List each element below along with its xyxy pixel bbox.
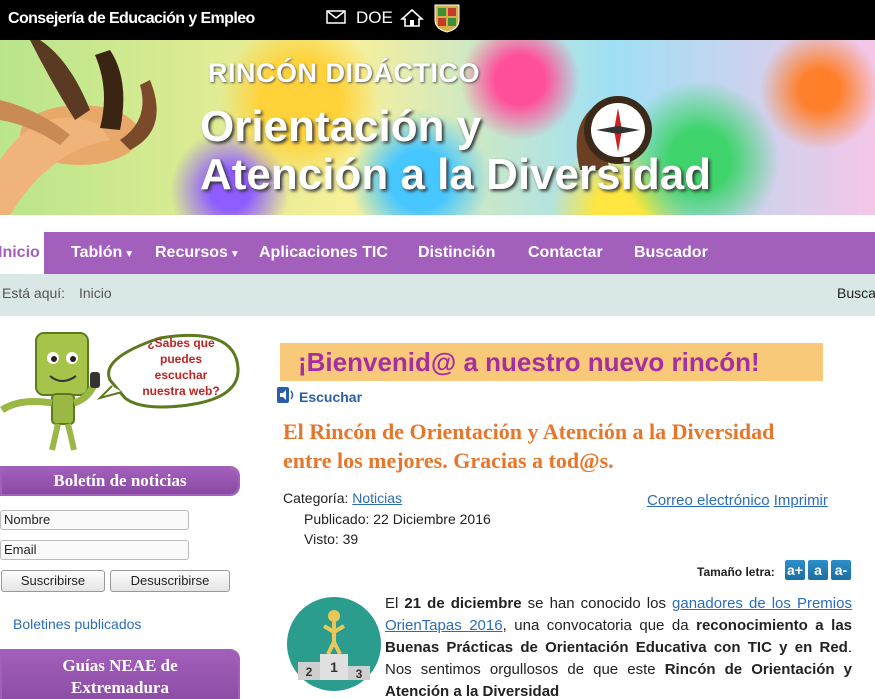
home-icon[interactable] <box>400 8 424 28</box>
email-field[interactable]: Email <box>0 540 189 560</box>
nav-item-recursos[interactable]: Recursos ▼ <box>155 232 240 274</box>
font-decrease-button[interactable]: a- <box>831 560 851 580</box>
doe-link[interactable]: DOE <box>356 8 393 28</box>
chevron-down-icon: ▼ <box>124 249 135 260</box>
listen-label: Escuchar <box>299 389 363 405</box>
neae-guides-header[interactable]: Guías NEAE de Extremadura <box>0 649 240 699</box>
newsletter-header: Boletín de noticias <box>0 466 240 496</box>
published-newsletters-link[interactable]: Boletines publicados <box>13 616 141 632</box>
welcome-banner: ¡Bienvenid@ a nuestro nuevo rincón! <box>280 343 823 381</box>
svg-text:1: 1 <box>330 659 338 675</box>
nav-item-label: Inicio <box>0 244 40 261</box>
neae-title-line2: Extremadura <box>71 678 169 697</box>
svg-text:2: 2 <box>306 665 313 679</box>
body-text-3: , una convocatoria que da <box>502 617 697 634</box>
banner-subtitle: RINCÓN DIDÁCTICO <box>208 58 480 88</box>
category-label: Categoría: <box>283 490 349 506</box>
name-field[interactable]: Nombre <box>0 510 189 530</box>
body-date: 21 de diciembre <box>404 595 522 612</box>
nav-item-label: Recursos <box>155 244 228 261</box>
mail-icon[interactable] <box>326 9 346 25</box>
article-actions: Correo electrónico Imprimir <box>647 492 828 509</box>
body-text-1: El <box>385 595 405 612</box>
nav-item-distincion[interactable]: Distinción <box>418 232 495 274</box>
body-text-2: se han conocido los <box>521 595 673 612</box>
neae-title-line1: Guías NEAE de <box>62 656 178 675</box>
category-link[interactable]: Noticias <box>352 490 402 506</box>
top-bar: Consejería de Educación y Empleo DOE <box>0 0 875 40</box>
published-date: Publicado: 22 Diciembre 2016 <box>304 511 491 527</box>
speaker-icon <box>277 387 294 403</box>
font-reset-button[interactable]: a <box>808 560 828 580</box>
search-label-cut[interactable]: Busca <box>837 285 875 301</box>
email-link[interactable]: Correo electrónico <box>647 492 770 509</box>
subscribe-button[interactable]: Suscribirse <box>1 570 105 592</box>
breadcrumb: Está aquí: Inicio Busca <box>0 274 875 316</box>
nav-item-label: Buscador <box>634 244 708 261</box>
podium-award-icon: 1 2 3 <box>287 597 381 691</box>
mascot-speech-bubble: ¿Sabes que puedes escuchar nuestra web? <box>136 335 226 399</box>
breadcrumb-prefix: Está aquí: <box>2 285 66 301</box>
view-count: Visto: 39 <box>304 531 359 547</box>
nav-item-label: Aplicaciones TIC <box>259 244 388 261</box>
junta-shield-icon[interactable] <box>432 2 462 34</box>
nav-item-contactar[interactable]: Contactar <box>528 232 603 274</box>
print-link[interactable]: Imprimir <box>774 492 828 509</box>
nav-item-tablon[interactable]: Tablón ▼ <box>71 232 134 274</box>
banner-title-line2: Atención a la Diversidad <box>200 150 712 199</box>
nav-item-aplicaciones-tic[interactable]: Aplicaciones TIC <box>259 232 388 274</box>
nav-item-inicio[interactable]: Inicio <box>0 232 44 274</box>
font-size-label: Tamaño letra: <box>697 565 775 579</box>
article-category: Categoría: Noticias <box>283 490 402 506</box>
chevron-down-icon: ▼ <box>229 249 240 260</box>
banner-title-line1: Orientación y <box>200 102 482 151</box>
main-nav: Inicio Tablón ▼ Recursos ▼ Aplicaciones TI… <box>0 232 875 274</box>
newsletter-title: Boletín de noticias <box>2 468 238 494</box>
header-banner: RINCÓN DIDÁCTICO Orientación y Atención … <box>0 40 875 215</box>
organization-name[interactable]: Consejería de Educación y Empleo <box>8 10 255 28</box>
speech-bubble-text: ¿Sabes que puedes escuchar nuestra web? <box>142 336 220 398</box>
unsubscribe-button[interactable]: Desuscribirse <box>110 570 230 592</box>
article-title[interactable]: El Rincón de Orientación y Atención a la… <box>283 417 823 475</box>
nav-item-label: Tablón <box>71 244 123 261</box>
svg-text:3: 3 <box>356 667 363 681</box>
nav-item-label: Contactar <box>528 244 603 261</box>
hands-illustration <box>0 40 157 215</box>
nav-item-label: Distinción <box>418 244 496 261</box>
nav-item-buscador[interactable]: Buscador <box>634 232 708 274</box>
breadcrumb-current: Inicio <box>79 285 112 301</box>
font-increase-button[interactable]: a+ <box>785 560 805 580</box>
article-body: El 21 de diciembre se han conocido los g… <box>385 593 852 699</box>
